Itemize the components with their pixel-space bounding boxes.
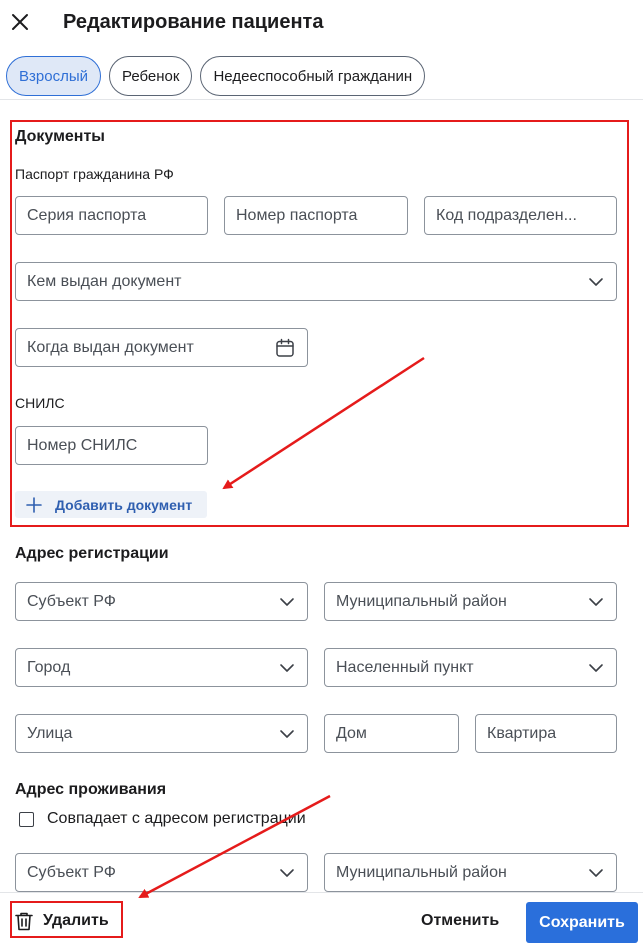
registration-street-placeholder: Улица [27, 724, 73, 742]
registration-subject-placeholder: Субъект РФ [27, 592, 116, 610]
close-icon [12, 14, 28, 30]
trash-icon [15, 912, 33, 931]
modal-footer: Удалить Отменить Сохранить [0, 892, 643, 950]
registration-house-placeholder: Дом [336, 724, 367, 742]
add-document-label: Добавить документ [55, 496, 193, 513]
division-code-placeholder: Код подразделен... [436, 206, 577, 224]
issue-date-placeholder: Когда выдан документ [27, 338, 194, 356]
add-document-button[interactable]: Добавить документ [15, 491, 207, 518]
close-button[interactable] [8, 10, 32, 34]
passport-number-placeholder: Номер паспорта [236, 206, 358, 224]
registration-address-title: Адрес регистрации [15, 545, 169, 562]
modal-header: Редактирование пациента [0, 0, 643, 48]
passport-number-field[interactable]: Номер паспорта [224, 196, 408, 235]
chevron-down-icon [280, 868, 294, 877]
save-button[interactable]: Сохранить [526, 902, 638, 943]
tab-adult[interactable]: Взрослый [6, 56, 101, 96]
patient-type-tabs: Взрослый Ребенок Недееспособный граждани… [6, 56, 426, 96]
chevron-down-icon [280, 729, 294, 738]
same-as-registration-checkbox[interactable] [19, 811, 34, 827]
calendar-icon[interactable] [274, 337, 296, 359]
documents-title: Документы [15, 128, 105, 145]
residence-subject-select[interactable]: Субъект РФ [15, 853, 308, 892]
residence-district-placeholder: Муниципальный район [336, 863, 507, 881]
residence-address-title: Адрес проживания [15, 781, 167, 798]
issued-by-placeholder: Кем выдан документ [27, 272, 182, 290]
registration-house-field[interactable]: Дом [324, 714, 459, 753]
registration-district-select[interactable]: Муниципальный район [324, 582, 617, 621]
snils-number-field[interactable]: Номер СНИЛС [15, 426, 208, 465]
chevron-down-icon [589, 597, 603, 606]
delete-label: Удалить [43, 912, 109, 929]
registration-city-select[interactable]: Город [15, 648, 308, 687]
registration-apartment-field[interactable]: Квартира [475, 714, 617, 753]
plus-icon [26, 496, 42, 513]
issued-by-select[interactable]: Кем выдан документ [15, 262, 617, 301]
registration-city-placeholder: Город [27, 658, 71, 676]
issue-date-field[interactable]: Когда выдан документ [15, 328, 308, 367]
chevron-down-icon [589, 868, 603, 877]
registration-apartment-placeholder: Квартира [487, 724, 557, 742]
registration-street-select[interactable]: Улица [15, 714, 308, 753]
registration-district-placeholder: Муниципальный район [336, 592, 507, 610]
chevron-down-icon [589, 277, 603, 286]
tabs-divider [0, 99, 643, 100]
residence-district-select[interactable]: Муниципальный район [324, 853, 617, 892]
tab-incapacitated[interactable]: Недееспособный гражданин [200, 56, 426, 96]
delete-button[interactable]: Удалить [13, 906, 109, 936]
passport-label: Паспорт гражданина РФ [15, 166, 174, 182]
registration-settlement-placeholder: Населенный пункт [336, 658, 474, 676]
same-as-registration-row[interactable]: Совпадает с адресом регистрации [19, 810, 306, 828]
cancel-button[interactable]: Отменить [421, 912, 499, 930]
snils-number-placeholder: Номер СНИЛС [27, 436, 138, 454]
passport-series-field[interactable]: Серия паспорта [15, 196, 208, 235]
chevron-down-icon [280, 663, 294, 672]
same-as-registration-label: Совпадает с адресом регистрации [47, 810, 306, 827]
tab-child[interactable]: Ребенок [108, 56, 193, 96]
residence-subject-placeholder: Субъект РФ [27, 863, 116, 881]
chevron-down-icon [280, 597, 294, 606]
chevron-down-icon [589, 663, 603, 672]
registration-subject-select[interactable]: Субъект РФ [15, 582, 308, 621]
registration-settlement-select[interactable]: Населенный пункт [324, 648, 617, 687]
annotation-arrow-add-document [222, 356, 425, 490]
snils-label: СНИЛС [15, 395, 65, 411]
division-code-field[interactable]: Код подразделен... [424, 196, 617, 235]
passport-series-placeholder: Серия паспорта [27, 206, 147, 224]
page-title: Редактирование пациента [63, 11, 324, 33]
